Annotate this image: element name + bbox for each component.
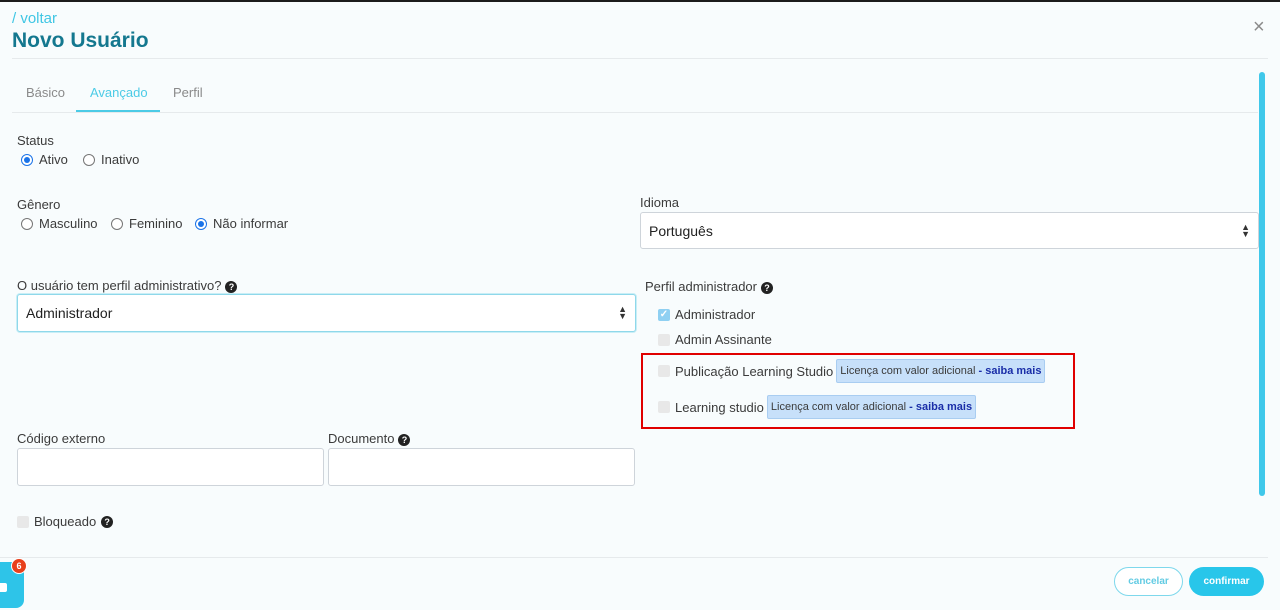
checkmark-icon[interactable]: ✓	[658, 308, 670, 321]
question-circle-icon[interactable]: ?	[398, 433, 411, 446]
radio-unchecked-icon[interactable]	[83, 153, 95, 166]
status-label: Status	[17, 133, 54, 148]
notification-badge: 6	[11, 558, 27, 574]
sort-caret-icon: ▲ ▼	[618, 304, 627, 321]
checkbox-administrador[interactable]: ✓ Administrador	[658, 307, 755, 322]
confirm-button[interactable]: confirmar	[1189, 567, 1264, 596]
perfil-admin-question-label: O usuário tem perfil administrativo?	[17, 278, 222, 293]
window-top-border	[0, 0, 1280, 2]
status-option-label: Inativo	[101, 152, 140, 167]
perfil-admin-question: O usuário tem perfil administrativo??	[17, 278, 238, 293]
documento-input[interactable]	[328, 448, 635, 486]
scrollbar[interactable]	[1259, 72, 1265, 496]
cancel-button[interactable]: cancelar	[1114, 567, 1183, 596]
header-divider	[12, 58, 1268, 59]
checkbox-label: Bloqueado	[34, 514, 97, 529]
genero-option-nao-informar[interactable]: Não informar	[195, 216, 288, 231]
question-circle-icon[interactable]: ?	[101, 515, 114, 528]
status-option-label: Ativo	[39, 152, 68, 167]
genero-option-feminino[interactable]: Feminino	[111, 216, 182, 231]
checkbox-bloqueado[interactable]: Bloqueado ?	[17, 514, 114, 529]
genero-label: Gênero	[17, 197, 61, 212]
footer-divider	[0, 557, 1268, 558]
codigo-externo-label: Código externo	[17, 431, 106, 446]
tabs-divider	[12, 112, 1258, 113]
checkbox-unchecked-icon[interactable]	[17, 515, 29, 528]
radio-unchecked-icon[interactable]	[111, 217, 123, 230]
radio-checked-icon[interactable]	[21, 153, 33, 166]
checkbox-label: Admin Assinante	[675, 332, 772, 347]
genero-option-label: Masculino	[39, 216, 98, 231]
status-option-ativo[interactable]: Ativo	[21, 152, 68, 167]
close-icon[interactable]: ×	[1253, 17, 1265, 37]
genero-option-masculino[interactable]: Masculino	[21, 216, 98, 231]
codigo-externo-input[interactable]	[17, 448, 324, 486]
documento-heading: Documento?	[328, 431, 411, 446]
idioma-select-value: Português	[649, 222, 713, 239]
page-title: Novo Usuário	[12, 29, 149, 52]
sort-caret-icon: ▲ ▼	[1241, 222, 1250, 239]
tab-basico[interactable]: Básico	[26, 85, 65, 100]
back-link[interactable]: / voltar	[12, 10, 57, 27]
genero-option-label: Não informar	[213, 216, 289, 231]
genero-option-label: Feminino	[129, 216, 183, 231]
question-circle-icon[interactable]: ?	[225, 280, 238, 293]
perfil-administrador-heading: Perfil administrador?	[645, 279, 773, 294]
tab-avancado[interactable]: Avançado	[90, 85, 148, 100]
perfil-administrador-label: Perfil administrador	[645, 279, 757, 294]
highlight-box	[641, 353, 1075, 429]
checkbox-label: Administrador	[675, 307, 756, 322]
checkbox-unchecked-icon[interactable]	[658, 333, 670, 346]
status-option-inativo[interactable]: Inativo	[83, 152, 139, 167]
perfil-admin-select-value: Administrador	[26, 305, 113, 321]
radio-unchecked-icon[interactable]	[21, 217, 33, 230]
documento-label: Documento	[328, 431, 395, 446]
question-circle-icon[interactable]: ?	[761, 281, 773, 294]
perfil-admin-select[interactable]: Administrador ▲ ▼	[17, 294, 636, 332]
checkbox-admin-assinante[interactable]: Admin Assinante	[658, 332, 772, 347]
tab-perfil[interactable]: Perfil	[173, 85, 203, 100]
idioma-label: Idioma	[640, 195, 680, 210]
chat-bubble-icon	[0, 583, 7, 592]
idioma-select[interactable]: Português ▲ ▼	[640, 212, 1259, 249]
radio-checked-icon[interactable]	[195, 217, 207, 230]
